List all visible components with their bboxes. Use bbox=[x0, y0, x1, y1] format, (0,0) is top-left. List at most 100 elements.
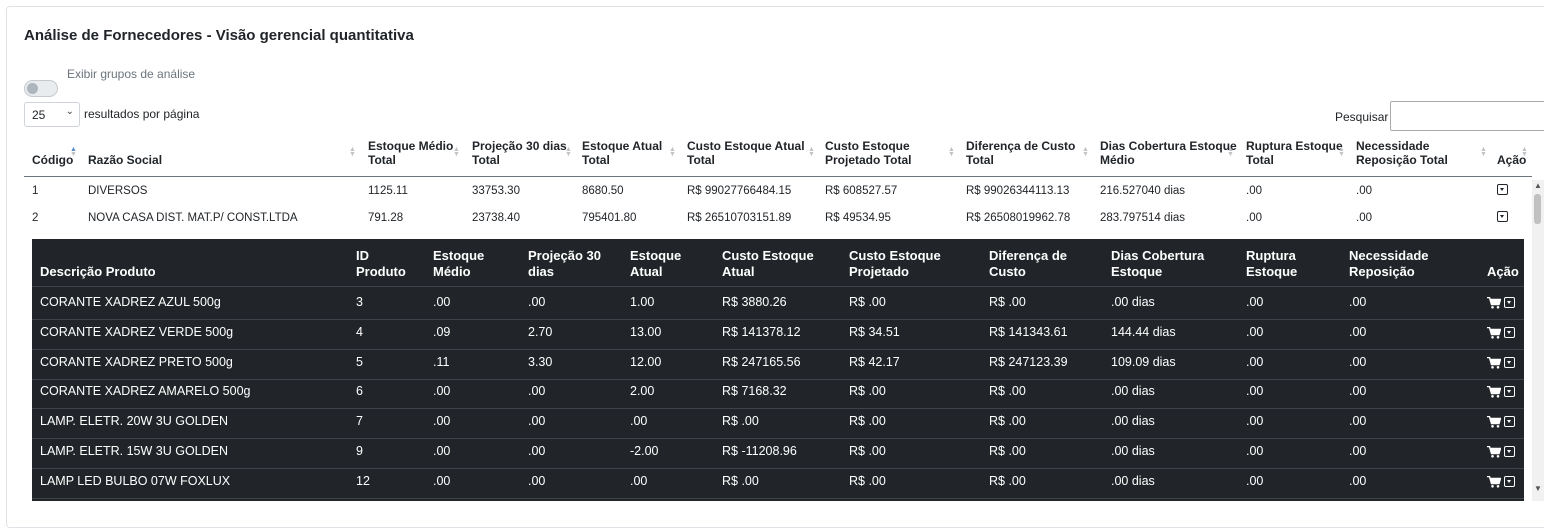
cart-icon[interactable] bbox=[1487, 445, 1502, 458]
column-header[interactable]: Necessidade Reposição Total bbox=[1356, 139, 1448, 167]
header-line-1: Diferença de Custo bbox=[966, 139, 1076, 153]
detail-cell: R$ 141343.61 bbox=[989, 324, 1068, 339]
header-line-1: Ruptura Estoque bbox=[1246, 139, 1343, 153]
column-header[interactable]: Custo Estoque Projetado Total bbox=[825, 139, 911, 167]
product-detail-table: Descrição Produto ID Produto Estoque Médio Pr… bbox=[32, 239, 1524, 501]
detail-cell: .00 bbox=[433, 295, 451, 309]
expand-dropdown-icon[interactable] bbox=[1504, 386, 1515, 398]
table-cell: 791.28 bbox=[368, 212, 404, 224]
per-page-select[interactable]: 25 ⌄ bbox=[24, 102, 80, 127]
table-cell: DIVERSOS bbox=[88, 185, 148, 197]
detail-cell: CORANTE XADREZ VERDE 500g bbox=[40, 324, 234, 339]
detail-cell: .09 bbox=[433, 324, 451, 339]
sort-icon[interactable]: ▲ ▼ bbox=[1338, 146, 1345, 158]
table-cell: 795401.80 bbox=[582, 212, 637, 224]
detail-column-header: Dias Cobertura Estoque bbox=[1111, 248, 1204, 280]
table-cell: NOVA CASA DIST. MAT.P/ CONST.LTDA bbox=[88, 212, 298, 224]
header-line-2: Total bbox=[368, 153, 396, 167]
detail-cell: .00 bbox=[630, 473, 648, 488]
detail-column-header: Descrição Produto bbox=[40, 248, 156, 280]
detail-cell: .00 bbox=[528, 384, 546, 399]
expand-dropdown-icon[interactable] bbox=[1504, 356, 1515, 368]
expand-dropdown-icon[interactable] bbox=[1504, 475, 1515, 487]
sort-icon[interactable]: ▲ ▼ bbox=[1521, 146, 1528, 158]
detail-cell: R$ .00 bbox=[849, 444, 886, 458]
detail-cell: R$ 247165.56 bbox=[722, 354, 801, 369]
scroll-down-icon[interactable]: ▼ bbox=[1534, 484, 1542, 493]
header-line-2: Razão Social bbox=[88, 153, 163, 167]
column-header[interactable]: Estoque Médio Total bbox=[368, 139, 453, 167]
detail-cell: 6 bbox=[356, 384, 363, 399]
detail-cell: .00 bbox=[1349, 384, 1367, 399]
header-line-2: Total bbox=[966, 153, 994, 167]
search-input[interactable] bbox=[1390, 101, 1544, 131]
detail-cell: 3.30 bbox=[528, 354, 553, 369]
vertical-scrollbar[interactable]: ▲ ▼ bbox=[1532, 180, 1544, 501]
detail-cell: R$ -11208.96 bbox=[722, 444, 797, 458]
expand-dropdown-icon[interactable] bbox=[1504, 446, 1515, 457]
scrollbar-thumb[interactable] bbox=[1534, 194, 1541, 224]
detail-column-header: Projeção 30 dias bbox=[528, 248, 601, 280]
header-line-2: Descrição Produto bbox=[40, 264, 156, 279]
sort-icon[interactable]: ▲ ▼ bbox=[669, 146, 676, 158]
detail-cell: R$ .00 bbox=[849, 295, 886, 309]
cart-icon[interactable] bbox=[1487, 385, 1502, 398]
expand-dropdown-icon[interactable] bbox=[1497, 184, 1508, 195]
detail-column-header: Estoque Médio bbox=[433, 248, 484, 280]
sort-icon[interactable]: ▲ ▼ bbox=[565, 146, 572, 158]
column-header[interactable]: Dias Cobertura Estoque Médio bbox=[1100, 139, 1237, 167]
detail-cell: R$ .00 bbox=[849, 384, 886, 399]
detail-cell: CORANTE XADREZ PRETO 500g bbox=[40, 354, 233, 369]
header-line-1: Necessidade bbox=[1356, 139, 1430, 153]
header-line-1: Estoque bbox=[433, 248, 485, 263]
column-header[interactable]: Código bbox=[32, 139, 73, 167]
cart-icon[interactable] bbox=[1487, 326, 1502, 339]
cart-icon[interactable] bbox=[1487, 415, 1502, 428]
detail-cell: .00 bbox=[433, 384, 451, 399]
detail-cell: .00 bbox=[1349, 324, 1367, 339]
table-cell: R$ 99027766484.15 bbox=[687, 185, 792, 197]
header-line-2: Médio bbox=[433, 264, 471, 279]
detail-cell: R$ .00 bbox=[989, 473, 1026, 488]
sort-icon[interactable]: ▲ ▼ bbox=[349, 146, 356, 158]
detail-cell: 2.00 bbox=[630, 384, 655, 399]
expand-dropdown-icon[interactable] bbox=[1504, 326, 1515, 338]
header-line-1: Estoque Atual bbox=[582, 139, 663, 153]
sort-icon[interactable]: ▲ ▼ bbox=[1227, 146, 1234, 158]
sort-icon[interactable]: ▲ ▼ bbox=[70, 146, 77, 158]
detail-cell: 3 bbox=[356, 295, 363, 309]
group-analysis-toggle[interactable] bbox=[24, 80, 58, 97]
header-line-1 bbox=[88, 139, 162, 153]
detail-cell: .11 bbox=[433, 354, 450, 369]
cart-icon[interactable] bbox=[1487, 356, 1502, 369]
column-header[interactable]: Estoque Atual Total bbox=[582, 139, 662, 167]
sort-icon[interactable]: ▲ ▼ bbox=[1082, 146, 1089, 158]
sort-icon[interactable]: ▲ ▼ bbox=[453, 146, 460, 158]
row-divider bbox=[32, 497, 1524, 499]
detail-cell: R$ 42.17 bbox=[849, 354, 900, 369]
detail-cell: R$ .00 bbox=[849, 473, 886, 488]
row-divider bbox=[32, 408, 1524, 410]
header-line-1: Projeção 30 dias bbox=[472, 139, 567, 153]
column-header[interactable]: Diferença de Custo Total bbox=[966, 139, 1075, 167]
sort-icon[interactable]: ▲ ▼ bbox=[948, 146, 955, 158]
sort-icon[interactable]: ▲ ▼ bbox=[808, 146, 815, 158]
cart-icon[interactable] bbox=[1487, 475, 1502, 488]
column-header[interactable]: Razão Social bbox=[88, 139, 162, 167]
header-line-1: Ruptura bbox=[1246, 248, 1296, 263]
sort-icon[interactable]: ▲ ▼ bbox=[1480, 146, 1487, 158]
table-cell: 2 bbox=[32, 212, 39, 224]
detail-cell: CORANTE XADREZ AZUL 500g bbox=[40, 295, 221, 309]
expand-dropdown-icon[interactable] bbox=[1497, 211, 1508, 222]
column-header[interactable]: Custo Estoque Atual Total bbox=[687, 139, 805, 167]
expand-dropdown-icon[interactable] bbox=[1504, 416, 1515, 428]
table-cell: R$ 26510703151.89 bbox=[687, 212, 792, 224]
scroll-up-icon[interactable]: ▲ bbox=[1534, 181, 1542, 190]
column-header[interactable]: Projeção 30 dias Total bbox=[472, 139, 567, 167]
table-cell: 216.527040 dias bbox=[1100, 185, 1186, 197]
cart-icon[interactable] bbox=[1487, 296, 1502, 309]
table-cell: 283.797514 dias bbox=[1100, 212, 1186, 224]
column-header[interactable]: Ruptura Estoque Total bbox=[1246, 139, 1343, 167]
expand-dropdown-icon[interactable] bbox=[1504, 297, 1515, 308]
detail-cell: .00 bbox=[433, 414, 451, 429]
